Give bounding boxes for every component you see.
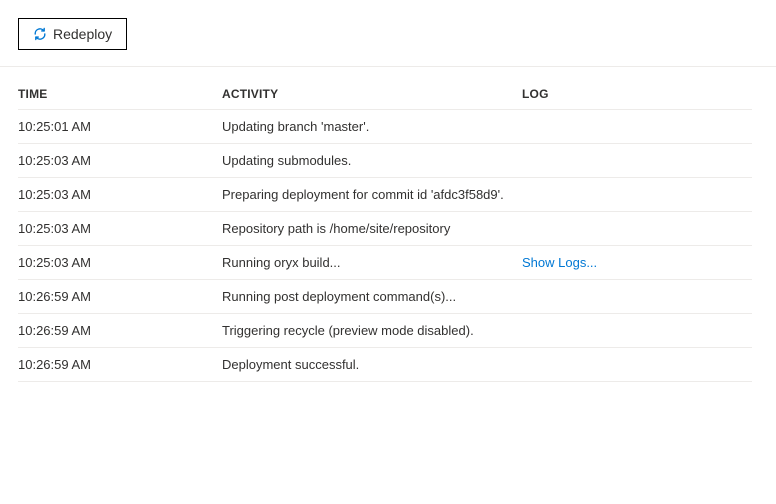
cell-time: 10:26:59 AM <box>18 314 222 348</box>
cell-activity: Preparing deployment for commit id 'afdc… <box>222 178 522 212</box>
table-row: 10:25:03 AMUpdating submodules. <box>18 144 752 178</box>
cell-activity: Updating branch 'master'. <box>222 110 522 144</box>
cell-time: 10:25:03 AM <box>18 144 222 178</box>
cell-time: 10:25:03 AM <box>18 212 222 246</box>
cell-log <box>522 212 752 246</box>
redeploy-icon <box>33 27 47 41</box>
table-row: 10:25:01 AMUpdating branch 'master'. <box>18 110 752 144</box>
redeploy-button-label: Redeploy <box>53 26 112 42</box>
cell-log <box>522 178 752 212</box>
cell-log <box>522 280 752 314</box>
redeploy-button[interactable]: Redeploy <box>18 18 127 50</box>
cell-activity: Running oryx build... <box>222 246 522 280</box>
cell-time: 10:25:01 AM <box>18 110 222 144</box>
cell-time: 10:26:59 AM <box>18 280 222 314</box>
cell-log: Show Logs... <box>522 246 752 280</box>
cell-log <box>522 110 752 144</box>
cell-time: 10:25:03 AM <box>18 178 222 212</box>
col-header-time: TIME <box>18 77 222 110</box>
table-row: 10:25:03 AMRunning oryx build...Show Log… <box>18 246 752 280</box>
cell-time: 10:25:03 AM <box>18 246 222 280</box>
table-row: 10:26:59 AMRunning post deployment comma… <box>18 280 752 314</box>
col-header-activity: ACTIVITY <box>222 77 522 110</box>
cell-activity: Triggering recycle (preview mode disable… <box>222 314 522 348</box>
table-row: 10:25:03 AMRepository path is /home/site… <box>18 212 752 246</box>
cell-log <box>522 348 752 382</box>
cell-time: 10:26:59 AM <box>18 348 222 382</box>
table-row: 10:26:59 AMTriggering recycle (preview m… <box>18 314 752 348</box>
deployment-log-table: TIME ACTIVITY LOG 10:25:01 AMUpdating br… <box>18 77 752 382</box>
cell-activity: Repository path is /home/site/repository <box>222 212 522 246</box>
col-header-log: LOG <box>522 77 752 110</box>
cell-log <box>522 314 752 348</box>
table-row: 10:25:03 AMPreparing deployment for comm… <box>18 178 752 212</box>
cell-activity: Updating submodules. <box>222 144 522 178</box>
show-logs-link[interactable]: Show Logs... <box>522 255 597 270</box>
cell-activity: Running post deployment command(s)... <box>222 280 522 314</box>
cell-activity: Deployment successful. <box>222 348 522 382</box>
toolbar-separator <box>0 66 776 67</box>
table-row: 10:26:59 AMDeployment successful. <box>18 348 752 382</box>
cell-log <box>522 144 752 178</box>
